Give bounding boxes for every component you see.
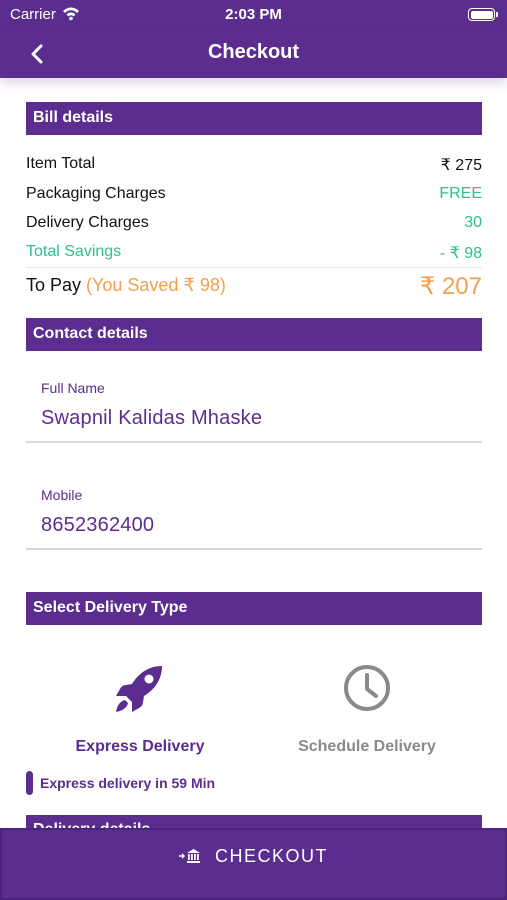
full-name-label: Full Name: [41, 380, 105, 396]
schedule-delivery-option[interactable]: Schedule Delivery: [287, 660, 447, 756]
bill-details-header: Bill details: [26, 102, 482, 135]
to-pay-value: ₹ 207: [420, 273, 482, 300]
navigation-bar: Checkout: [0, 30, 507, 78]
checkout-button-content: CHECKOUT: [2, 846, 505, 869]
mobile-label: Mobile: [41, 487, 83, 503]
clock-icon: [339, 660, 395, 716]
bill-divider: [26, 267, 482, 268]
express-note-text: Express delivery in 59 Min: [40, 775, 216, 791]
page-title: Checkout: [207, 41, 300, 63]
mobile-field[interactable]: Mobile 8652362400: [26, 478, 482, 552]
to-pay-row: To Pay (You Saved ₹ 98) ₹ 207: [26, 272, 482, 304]
saved-amount-text: (You Saved ₹ 98): [86, 275, 226, 295]
schedule-delivery-label: Schedule Delivery: [298, 738, 436, 755]
item-total-value: ₹ 275: [440, 157, 482, 174]
delivery-charges-value: 30: [464, 214, 482, 231]
battery-icon: [468, 8, 498, 21]
delivery-charges-label: Delivery Charges: [26, 214, 149, 231]
bill-row-packaging: Packaging Charges FREE: [26, 185, 482, 207]
bill-row-delivery-charges: Delivery Charges 30: [26, 214, 482, 236]
checkout-label: CHECKOUT: [214, 846, 328, 866]
to-pay-label-group: To Pay (You Saved ₹ 98): [26, 275, 226, 296]
express-delivery-option[interactable]: Express Delivery: [60, 660, 220, 756]
express-note-indicator: [26, 771, 33, 795]
bank-icon: [178, 848, 201, 869]
full-name-underline: [26, 441, 482, 443]
status-bar: Carrier 2:03 PM: [0, 0, 507, 30]
checkout-button[interactable]: CHECKOUT: [0, 828, 507, 900]
total-savings-label: Total Savings: [26, 243, 122, 260]
bill-row-total-savings: Total Savings - ₹ 98: [26, 243, 482, 265]
item-total-label: Item Total: [26, 155, 96, 172]
packaging-label: Packaging Charges: [26, 185, 166, 202]
packaging-value: FREE: [439, 185, 482, 202]
full-name-field[interactable]: Full Name Swapnil Kalidas Mhaske: [26, 370, 482, 444]
total-savings-value: - ₹ 98: [439, 245, 482, 262]
contact-details-header: Contact details: [26, 318, 482, 351]
mobile-underline: [26, 548, 482, 550]
to-pay-label: To Pay: [26, 275, 82, 295]
clock-time: 2:03 PM: [225, 6, 282, 23]
full-name-input[interactable]: Swapnil Kalidas Mhaske: [41, 407, 262, 430]
rocket-icon: [112, 660, 168, 716]
bill-row-item-total: Item Total ₹ 275: [26, 155, 482, 177]
mobile-input[interactable]: 8652362400: [41, 514, 154, 537]
delivery-type-header: Select Delivery Type: [26, 592, 482, 625]
express-delivery-label: Express Delivery: [75, 738, 205, 755]
